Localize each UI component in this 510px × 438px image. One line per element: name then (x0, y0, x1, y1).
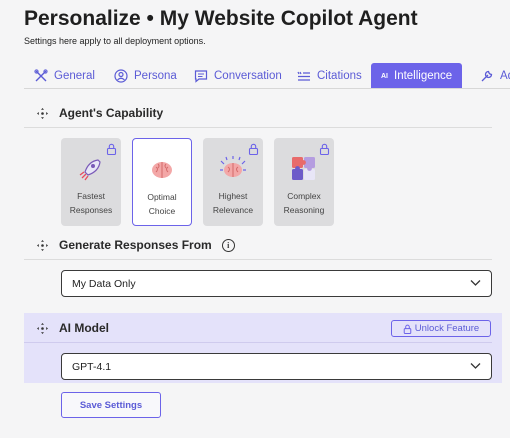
brain-spark-icon (218, 153, 248, 185)
page-subtitle: Settings here apply to all deployment op… (24, 36, 206, 46)
brain-icon (149, 154, 175, 186)
capability-heading: Agent's Capability (59, 106, 164, 120)
move-handle-icon[interactable] (36, 322, 49, 335)
capability-section-header: Agent's Capability (36, 106, 163, 120)
tab-advanced[interactable]: Ad (470, 63, 510, 88)
card-label: Fastest Responses (69, 191, 113, 215)
card-label: Complex Reasoning (283, 191, 325, 215)
ai-model-heading: AI Model (59, 321, 109, 335)
tab-intelligence[interactable]: AI Intelligence (371, 63, 463, 88)
card-label: Highest Relevance (212, 191, 254, 215)
lock-icon (319, 143, 330, 155)
chevron-down-icon (470, 363, 481, 369)
card-label: Optimal Choice (147, 192, 177, 216)
select-value: My Data Only (72, 277, 136, 290)
quote-list-icon (297, 71, 310, 81)
ai-badge-icon: AI (381, 72, 388, 80)
move-handle-icon[interactable] (36, 239, 49, 252)
unlock-label: Unlock Feature (414, 323, 480, 334)
rocket-icon (78, 153, 104, 185)
tab-conversation[interactable]: Conversation (184, 63, 292, 88)
responses-heading: Generate Responses From (59, 238, 212, 252)
wrench-cross-icon (34, 68, 48, 81)
ai-model-select[interactable]: GPT-4.1 (61, 353, 492, 380)
lock-icon (106, 143, 117, 155)
tab-general[interactable]: General (24, 63, 105, 88)
info-icon[interactable]: i (221, 238, 235, 252)
tab-label: Intelligence (394, 70, 453, 82)
user-circle-icon (114, 68, 128, 83)
capability-card-complex[interactable]: Complex Reasoning (274, 138, 334, 226)
capability-card-highest[interactable]: Highest Relevance (203, 138, 263, 226)
settings-tabs: General Persona Conversation Citations A… (24, 63, 510, 89)
page-title: Personalize • My Website Copilot Agent (24, 7, 418, 30)
lock-icon (248, 143, 259, 155)
tab-citations[interactable]: Citations (287, 63, 372, 88)
capability-cards: Fastest Responses Optimal Choice Highest Re… (61, 138, 334, 226)
tab-persona[interactable]: Persona (104, 63, 187, 88)
responses-source-select[interactable]: My Data Only (61, 270, 492, 297)
tab-label: General (54, 69, 95, 82)
save-settings-button[interactable]: Save Settings (61, 392, 161, 418)
tab-label: Conversation (214, 69, 282, 82)
divider (24, 127, 492, 128)
tab-label: Persona (134, 69, 177, 82)
tab-label: Citations (317, 69, 362, 82)
move-handle-icon[interactable] (36, 107, 49, 120)
responses-section-header: Generate Responses From i (36, 238, 235, 252)
ai-model-section-header: AI Model (36, 321, 109, 335)
lock-icon (403, 324, 412, 334)
select-value: GPT-4.1 (72, 360, 112, 373)
capability-card-fastest[interactable]: Fastest Responses (61, 138, 121, 226)
puzzle-icon (289, 153, 319, 185)
tab-label: Ad (500, 69, 510, 82)
tool-icon (481, 70, 493, 81)
divider (24, 342, 492, 343)
unlock-feature-button[interactable]: Unlock Feature (391, 320, 491, 337)
capability-card-optimal[interactable]: Optimal Choice (132, 138, 192, 226)
chat-icon (194, 69, 208, 83)
divider (24, 259, 492, 260)
chevron-down-icon (470, 280, 481, 286)
